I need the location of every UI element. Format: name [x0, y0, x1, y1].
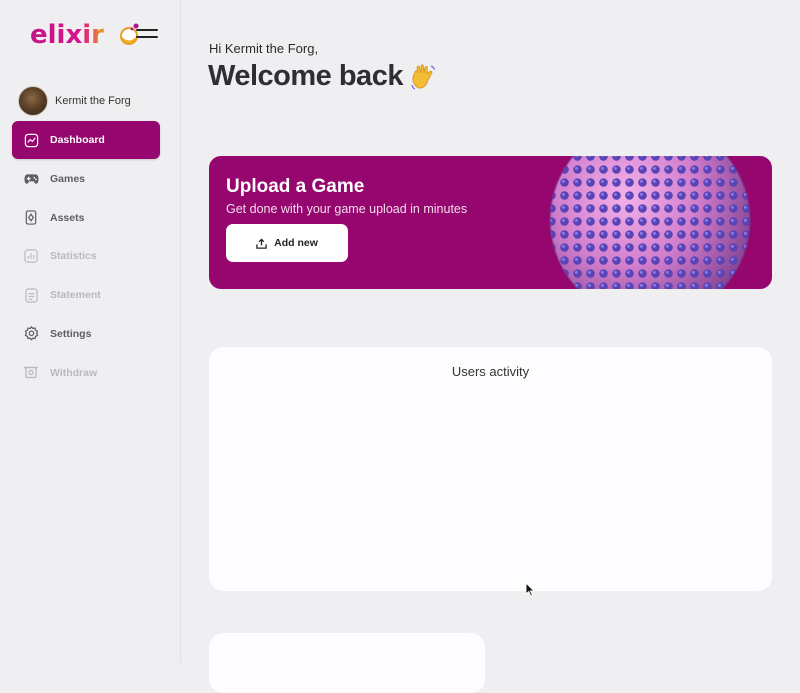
- brand-logo-wordmark: elixir: [30, 20, 104, 50]
- gamepad-icon: [23, 171, 39, 187]
- sidebar-item-assets[interactable]: Assets: [12, 199, 160, 237]
- sidebar-item-label: Settings: [50, 327, 92, 340]
- banner-subtitle: Get done with your game upload in minute…: [226, 202, 468, 216]
- upload-icon: [256, 237, 267, 249]
- add-new-button[interactable]: Add new: [226, 224, 348, 262]
- svg-text:elixir: elixir: [30, 20, 104, 50]
- decorative-sphere-image: [549, 156, 751, 289]
- withdraw-icon: [23, 365, 39, 381]
- users-activity-card: Users activity: [209, 347, 772, 591]
- banner-title: Upload a Game: [226, 176, 365, 197]
- page-title: Welcome back: [208, 60, 437, 93]
- sidebar-nav: Dashboard Games Assets Statistics Statem…: [12, 121, 160, 393]
- sidebar-item-statement[interactable]: Statement: [12, 276, 160, 314]
- sidebar-item-label: Assets: [50, 211, 85, 224]
- sidebar-item-withdraw[interactable]: Withdraw: [12, 354, 160, 392]
- sidebar-item-statistics[interactable]: Statistics: [12, 237, 160, 275]
- gear-icon: [23, 326, 39, 342]
- menu-line: [136, 36, 158, 38]
- menu-toggle-button[interactable]: [136, 27, 158, 39]
- secondary-card: [209, 633, 485, 693]
- sidebar-item-label: Dashboard: [50, 134, 105, 146]
- sidebar-item-label: Statistics: [50, 250, 97, 263]
- main-content: Hi Kermit the Forg, Welcome back Upload …: [181, 0, 800, 693]
- brand-logo[interactable]: elixir: [30, 18, 141, 50]
- statistics-icon: [23, 248, 39, 264]
- chart-line-icon: [23, 132, 39, 148]
- greeting-text: Hi Kermit the Forg,: [209, 41, 319, 56]
- sidebar-item-dashboard[interactable]: Dashboard: [12, 121, 160, 159]
- mouse-cursor-icon: [525, 582, 535, 597]
- profile-name: Kermit the Forg: [55, 95, 131, 107]
- statement-icon: [23, 287, 39, 303]
- card-title: Users activity: [451, 364, 530, 379]
- user-profile[interactable]: Kermit the Forg: [18, 86, 131, 116]
- waving-hand-icon: [409, 63, 437, 91]
- welcome-text: Welcome back: [208, 60, 403, 92]
- sidebar-item-settings[interactable]: Settings: [12, 315, 160, 353]
- sidebar-item-label: Games: [50, 172, 86, 185]
- sidebar-item-games[interactable]: Games: [12, 160, 160, 198]
- asset-card-icon: [23, 210, 39, 226]
- upload-banner: Upload a Game Get done with your game up…: [209, 156, 772, 289]
- sidebar: elixir Kermit the Forg Dashboard Games A…: [0, 0, 181, 662]
- add-new-label: Add new: [274, 237, 318, 249]
- avatar[interactable]: [18, 86, 48, 116]
- sidebar-item-label: Withdraw: [50, 366, 98, 379]
- menu-line: [136, 29, 158, 31]
- sidebar-item-label: Statement: [50, 289, 101, 302]
